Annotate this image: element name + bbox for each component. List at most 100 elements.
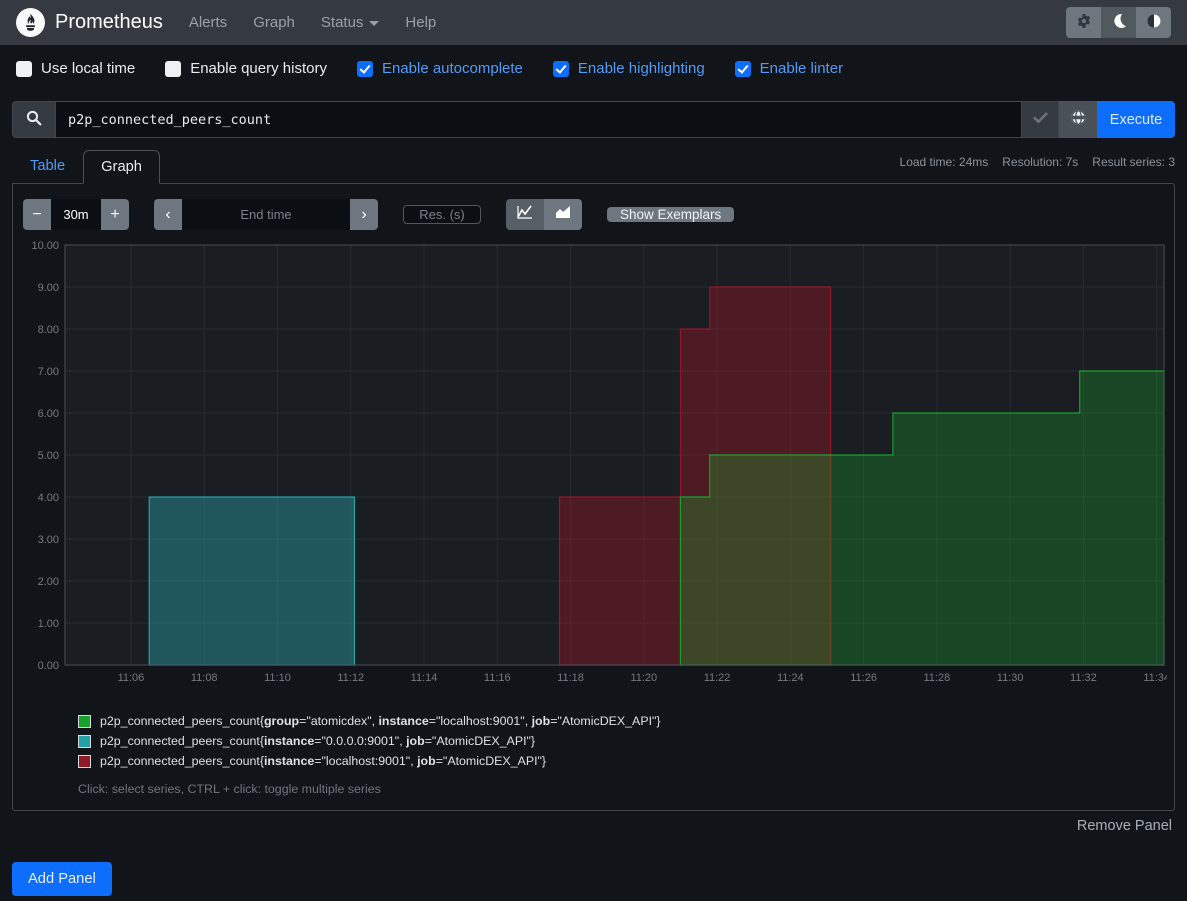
legend-hint: Click: select series, CTRL + click: togg… [78, 782, 1166, 796]
prometheus-logo-icon[interactable] [16, 8, 45, 37]
chevron-left-icon: ‹ [165, 206, 170, 224]
svg-text:7.00: 7.00 [38, 366, 59, 378]
contrast-icon [1146, 13, 1162, 32]
svg-text:6.00: 6.00 [38, 408, 59, 420]
legend-item[interactable]: p2p_connected_peers_count{instance="0.0.… [78, 734, 1166, 748]
auto-theme-button[interactable] [1136, 7, 1171, 38]
app-title[interactable]: Prometheus [55, 11, 163, 34]
stacked-area-icon [555, 205, 571, 224]
checkbox-icon [553, 61, 569, 77]
tab-table[interactable]: Table [12, 149, 83, 183]
query-expression-input[interactable] [55, 101, 1022, 138]
add-panel-button[interactable]: Add Panel [12, 862, 112, 896]
svg-text:9.00: 9.00 [38, 282, 59, 294]
svg-text:0.00: 0.00 [38, 660, 59, 672]
minus-icon: − [32, 206, 41, 224]
stacked-area-chart[interactable]: 0.00 1.00 2.00 3.00 4.00 5.00 6.00 7.00 8.00 9.00… [21, 240, 1167, 686]
globe-icon [1070, 109, 1087, 130]
stacked-chart-button[interactable] [544, 199, 582, 230]
execute-button[interactable]: Execute [1097, 101, 1175, 138]
nav-link-status[interactable]: Status [321, 14, 380, 31]
checkbox-icon [735, 61, 751, 77]
svg-text:11:32: 11:32 [1070, 672, 1097, 684]
checkbox-icon [165, 61, 181, 77]
check-icon [1032, 109, 1049, 130]
time-back-button[interactable]: ‹ [154, 199, 182, 230]
end-time-control: ‹ › [154, 199, 378, 230]
query-stats: Load time: 24ms Resolution: 7s Result se… [900, 155, 1175, 183]
decrease-range-button[interactable]: − [23, 199, 51, 230]
end-time-input[interactable] [182, 199, 350, 230]
settings-button[interactable] [1066, 7, 1101, 38]
gear-icon [1076, 13, 1092, 32]
series-label: p2p_connected_peers_count{group="atomicd… [100, 714, 661, 728]
svg-text:11:08: 11:08 [191, 672, 218, 684]
remove-panel-row: Remove Panel [0, 811, 1187, 834]
svg-text:11:18: 11:18 [557, 672, 584, 684]
series-swatch-icon [78, 715, 91, 728]
query-history-dropdown-button[interactable] [1022, 101, 1059, 138]
metrics-explorer-button[interactable] [1059, 101, 1097, 138]
show-exemplars-button[interactable]: Show Exemplars [607, 207, 734, 222]
options-bar: Use local time Enable query history Enab… [0, 45, 1187, 91]
svg-text:11:20: 11:20 [630, 672, 657, 684]
chart-legend: p2p_connected_peers_count{group="atomicd… [78, 714, 1166, 768]
line-chart-icon [517, 205, 533, 224]
range-input[interactable] [51, 199, 101, 230]
navbar: Prometheus Alerts Graph Status Help [0, 0, 1187, 45]
search-addon [12, 101, 55, 138]
svg-text:11:22: 11:22 [704, 672, 731, 684]
increase-range-button[interactable]: + [101, 199, 129, 230]
resolution-input[interactable] [403, 205, 481, 224]
resolution-stat: Resolution: 7s [1002, 155, 1078, 169]
result-series-stat: Result series: 3 [1092, 155, 1175, 169]
remove-panel-link[interactable]: Remove Panel [1077, 818, 1172, 834]
checkbox-enable-autocomplete[interactable]: Enable autocomplete [357, 60, 523, 77]
checkbox-enable-linter[interactable]: Enable linter [735, 60, 843, 77]
nav-link-help[interactable]: Help [405, 14, 436, 31]
svg-text:11:16: 11:16 [484, 672, 511, 684]
series-swatch-icon [78, 755, 91, 768]
chart-area[interactable]: 0.00 1.00 2.00 3.00 4.00 5.00 6.00 7.00 8.00 9.00… [21, 240, 1166, 690]
line-chart-button[interactable] [506, 199, 544, 230]
nav-link-graph[interactable]: Graph [253, 14, 295, 31]
tab-graph[interactable]: Graph [83, 150, 160, 184]
time-forward-button[interactable]: › [350, 199, 378, 230]
dark-theme-button[interactable] [1101, 7, 1136, 38]
svg-text:10.00: 10.00 [31, 240, 59, 252]
moon-icon [1111, 13, 1127, 32]
query-bar: Execute [12, 101, 1175, 138]
svg-text:11:28: 11:28 [924, 672, 951, 684]
svg-text:11:30: 11:30 [997, 672, 1024, 684]
svg-text:11:12: 11:12 [337, 672, 364, 684]
graph-panel: − + ‹ › Show Exemplars 0.001.002.003. [12, 183, 1175, 811]
svg-text:2.00: 2.00 [38, 576, 59, 588]
series-label: p2p_connected_peers_count{instance="loca… [100, 754, 546, 768]
svg-text:3.00: 3.00 [38, 534, 59, 546]
svg-text:11:26: 11:26 [850, 672, 877, 684]
tabs-row: Table Graph Load time: 24ms Resolution: … [12, 149, 1175, 183]
svg-text:11:10: 11:10 [264, 672, 291, 684]
legend-item[interactable]: p2p_connected_peers_count{group="atomicd… [78, 714, 1166, 728]
range-control: − + [23, 199, 129, 230]
legend-item[interactable]: p2p_connected_peers_count{instance="loca… [78, 754, 1166, 768]
svg-text:11:34: 11:34 [1143, 672, 1167, 684]
series-label: p2p_connected_peers_count{instance="0.0.… [100, 734, 535, 748]
chevron-down-icon [369, 21, 379, 26]
load-time-stat: Load time: 24ms [900, 155, 989, 169]
checkbox-enable-highlighting[interactable]: Enable highlighting [553, 60, 705, 77]
svg-text:11:14: 11:14 [411, 672, 438, 684]
svg-text:1.00: 1.00 [38, 618, 59, 630]
chevron-right-icon: › [361, 206, 366, 224]
chart-type-toggle [506, 199, 582, 230]
checkbox-use-local-time[interactable]: Use local time [16, 60, 135, 77]
graph-controls: − + ‹ › Show Exemplars [23, 199, 1164, 230]
svg-text:8.00: 8.00 [38, 324, 59, 336]
svg-text:4.00: 4.00 [38, 492, 59, 504]
checkbox-icon [16, 61, 32, 77]
svg-text:11:06: 11:06 [118, 672, 145, 684]
svg-text:5.00: 5.00 [38, 450, 59, 462]
svg-text:11:24: 11:24 [777, 672, 804, 684]
checkbox-enable-query-history[interactable]: Enable query history [165, 60, 327, 77]
nav-link-alerts[interactable]: Alerts [189, 14, 227, 31]
